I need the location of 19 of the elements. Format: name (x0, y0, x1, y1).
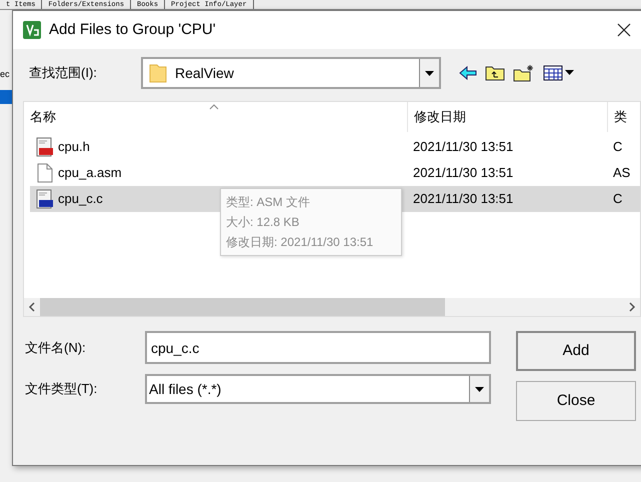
look-in-value: RealView (175, 64, 235, 82)
file-date: 2021/11/30 13:51 (412, 164, 514, 182)
tooltip-line: 修改日期: 2021/11/30 13:51 (226, 234, 374, 251)
file-date: 2021/11/30 13:51 (412, 138, 514, 156)
look-in-label: 查找范围(I): (29, 64, 98, 82)
file-type: C (612, 190, 622, 208)
file-type: C (612, 138, 622, 156)
file-type-label: 文件类型(T): (25, 380, 98, 398)
file-name: cpu_c.c (58, 190, 103, 208)
file-date: 2021/11/30 13:51 (412, 190, 514, 208)
file-name: cpu_a.asm (58, 164, 122, 182)
window-title: Add Files to Group 'CPU' (49, 20, 217, 40)
file-name-label: 文件名(N): (25, 338, 87, 357)
file-type: AS (612, 164, 630, 182)
file-name: cpu.h (58, 138, 90, 156)
side-label: ec (0, 68, 11, 80)
file-type-value: All files (*.*) (148, 380, 222, 399)
tooltip-line: 类型: ASM 文件 (226, 194, 312, 211)
tooltip-line: 大小: 12.8 KB (226, 214, 300, 231)
